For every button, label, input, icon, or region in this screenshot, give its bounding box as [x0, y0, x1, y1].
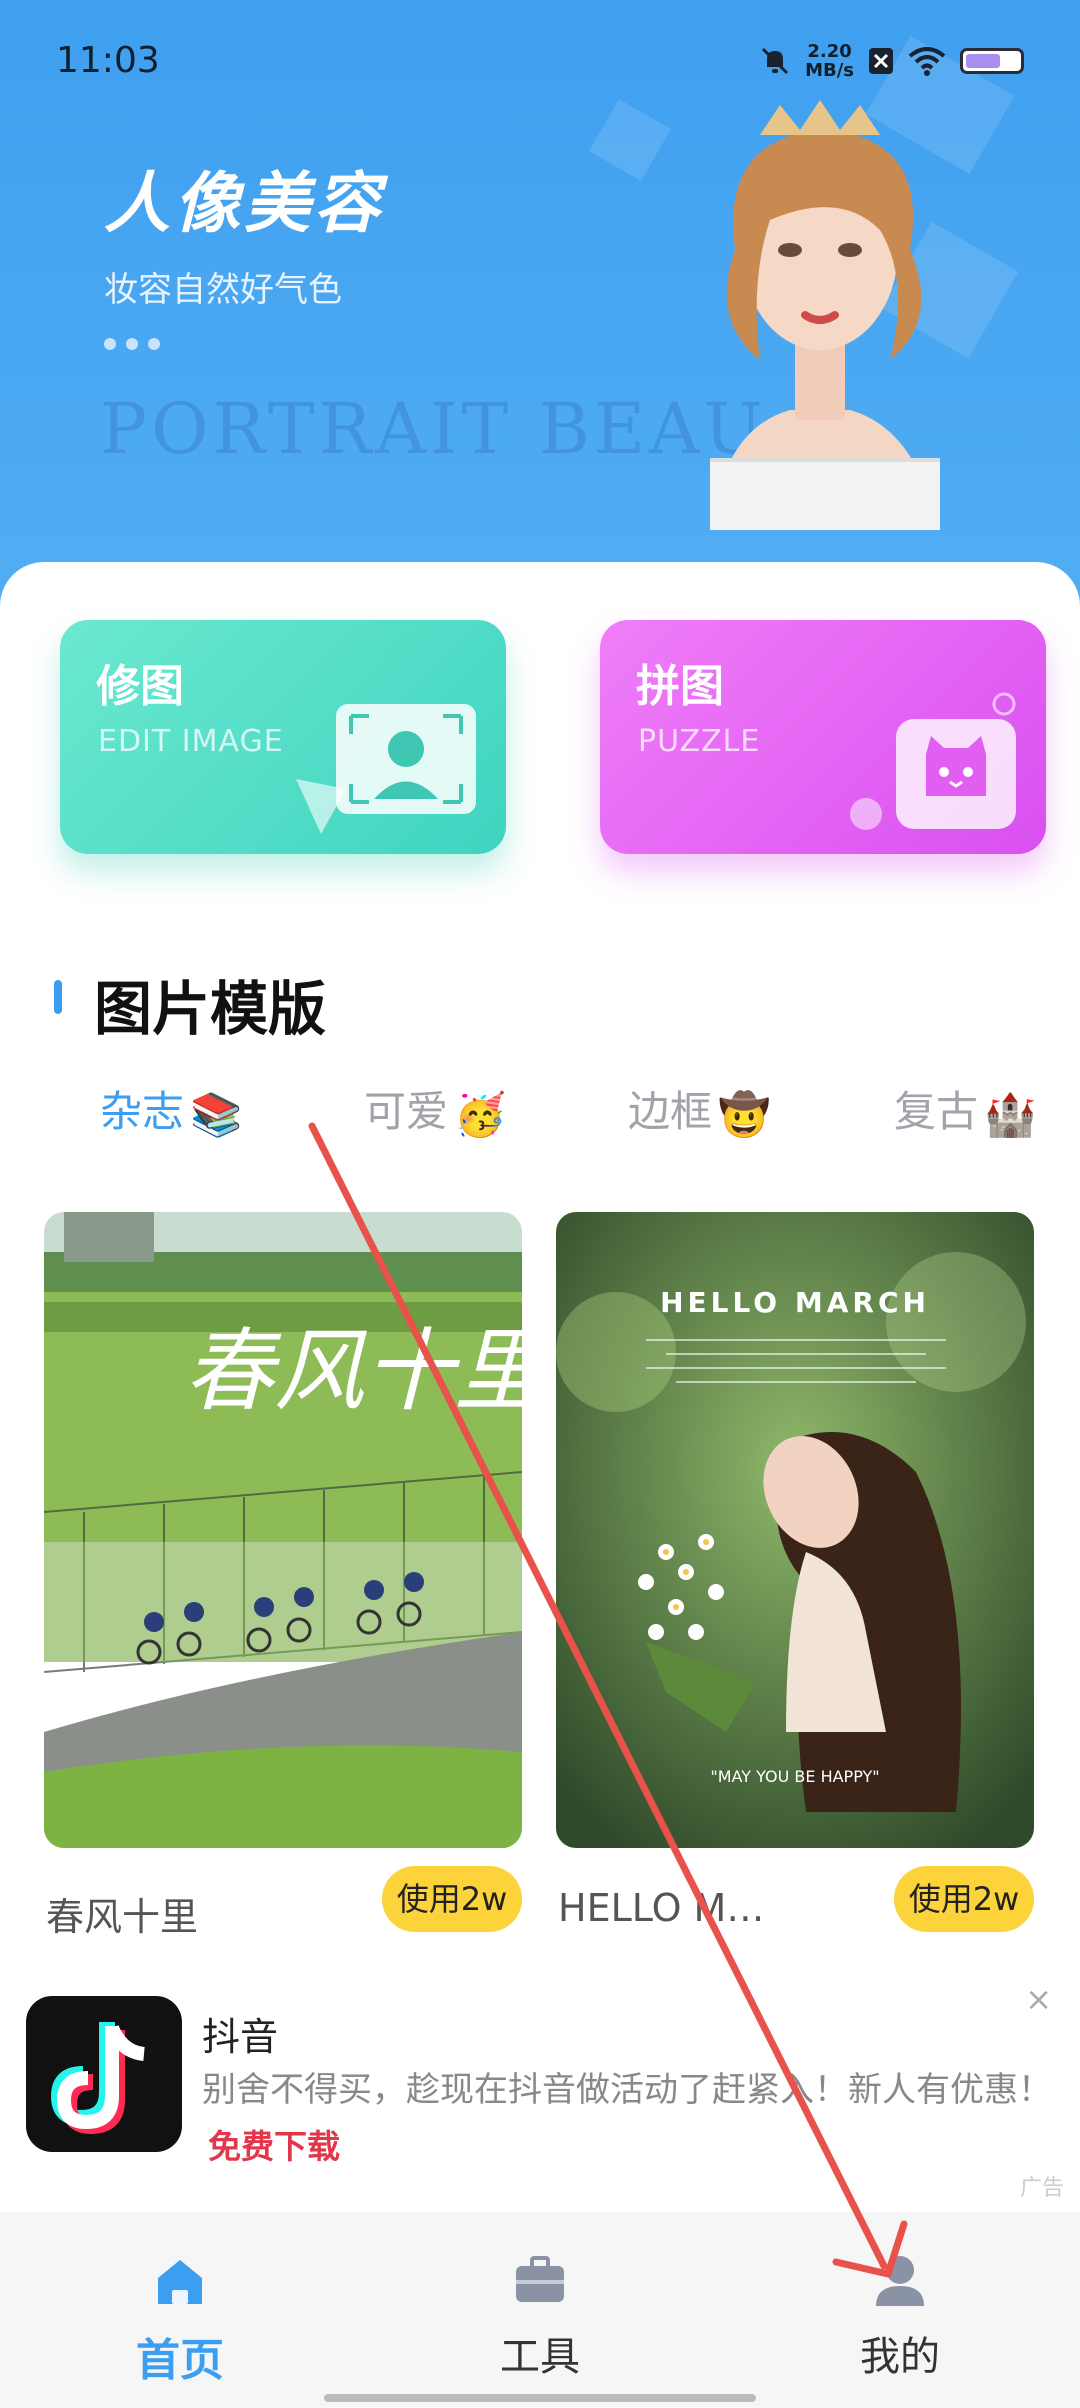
- status-time: 11:03: [56, 40, 160, 81]
- puzzle-card-title: 拼图: [636, 661, 724, 712]
- ad-download-link[interactable]: 免费下载: [208, 2120, 340, 2168]
- wifi-icon: [908, 47, 946, 76]
- nav-home[interactable]: 首页: [0, 2212, 360, 2408]
- hello-march-image: HELLO MARCH "MAY YOU BE HAPPY": [556, 1212, 1034, 1848]
- bell-off-icon: [762, 47, 789, 75]
- edit-card-subtitle: EDIT IMAGE: [98, 724, 284, 759]
- castle-emoji-icon: 🏰: [984, 1089, 1037, 1139]
- portrait-frame-icon: [296, 704, 476, 834]
- section-title: 图片模版: [94, 975, 327, 1043]
- home-indicator[interactable]: [324, 2394, 756, 2402]
- template-tile-hello-march[interactable]: HELLO MARCH "MAY YOU BE HAPPY": [556, 1212, 1034, 1848]
- banner-dots: [104, 338, 160, 350]
- net-speed: 2.20 MB/s: [805, 42, 854, 80]
- tab-retro[interactable]: 复古 🏰: [894, 1078, 1036, 1140]
- tile-art-caption: "MAY YOU BE HAPPY": [710, 1767, 879, 1786]
- ad-description: 别舍不得买，趁现在抖音做活动了赶紧入！新人有优惠！: [202, 2070, 1052, 2110]
- ad-app-name: 抖音: [202, 2015, 279, 2059]
- tab-label: 边框: [628, 1087, 713, 1136]
- tab-frame[interactable]: 边框 🤠: [628, 1078, 770, 1140]
- edit-image-card[interactable]: 修图 EDIT IMAGE: [60, 620, 506, 854]
- tab-label: 复古: [894, 1087, 979, 1136]
- banner-subtitle: 妆容自然好气色: [104, 270, 342, 310]
- ad-tag: 广告: [1019, 2176, 1064, 2201]
- ad-banner[interactable]: 抖音 别舍不得买，趁现在抖音做活动了赶紧入！新人有优惠！ 免费下载 × 广告: [0, 1980, 1080, 2210]
- section-accent-bar: [54, 980, 62, 1014]
- template-tabs: 杂志 📚 可爱 🥳 边框 🤠 复古 🏰: [0, 1078, 1080, 1148]
- net-speed-unit: MB/s: [805, 60, 854, 81]
- cat-sticker-icon: [850, 692, 1016, 830]
- close-box-icon: [869, 48, 893, 74]
- use-template-button-1[interactable]: 使用2w: [382, 1866, 522, 1932]
- nav-profile[interactable]: 我的: [720, 2212, 1080, 2408]
- tab-label: 杂志: [100, 1087, 185, 1136]
- ad-close-icon[interactable]: ×: [1025, 1980, 1052, 2018]
- home-icon: [158, 2260, 202, 2304]
- tab-magazine[interactable]: 杂志 📚: [100, 1078, 242, 1140]
- template-name-2: HELLO M…: [558, 1886, 765, 1930]
- books-emoji-icon: 📚: [190, 1089, 243, 1139]
- nav-profile-label: 我的: [860, 2334, 940, 2380]
- douyin-logo: [26, 1996, 182, 2152]
- bottom-nav: 首页 工具 我的: [0, 2212, 1080, 2408]
- edit-card-title: 修图: [96, 661, 184, 712]
- party-emoji-icon: 🥳: [454, 1089, 507, 1139]
- net-speed-value: 2.20: [807, 41, 852, 62]
- battery-icon: [960, 48, 1024, 74]
- banner-title: 人像美容: [104, 165, 384, 242]
- status-icons: 2.20 MB/s: [759, 42, 1024, 80]
- use-template-button-2[interactable]: 使用2w: [894, 1866, 1034, 1932]
- nav-tools-label: 工具: [500, 2334, 580, 2380]
- user-icon: [876, 2256, 924, 2306]
- toolbox-icon: [516, 2256, 564, 2302]
- puzzle-card[interactable]: 拼图 PUZZLE: [600, 620, 1046, 854]
- spring-field-image: 春风十里: [44, 1212, 522, 1848]
- cowboy-emoji-icon: 🤠: [718, 1089, 771, 1139]
- template-tile-spring[interactable]: 春风十里: [44, 1212, 522, 1848]
- nav-tools[interactable]: 工具: [360, 2212, 720, 2408]
- puzzle-card-subtitle: PUZZLE: [638, 724, 761, 759]
- tab-label: 可爱: [364, 1087, 449, 1136]
- tile-art-text: 春风十里: [184, 1319, 522, 1424]
- portrait-image: [710, 100, 940, 530]
- status-bar: 11:03 2.20 MB/s: [0, 0, 1080, 130]
- tile-art-title: HELLO MARCH: [660, 1286, 930, 1319]
- template-name-1: 春风十里: [46, 1895, 199, 1939]
- nav-home-label: 首页: [136, 2335, 224, 2386]
- tab-cute[interactable]: 可爱 🥳: [364, 1078, 506, 1140]
